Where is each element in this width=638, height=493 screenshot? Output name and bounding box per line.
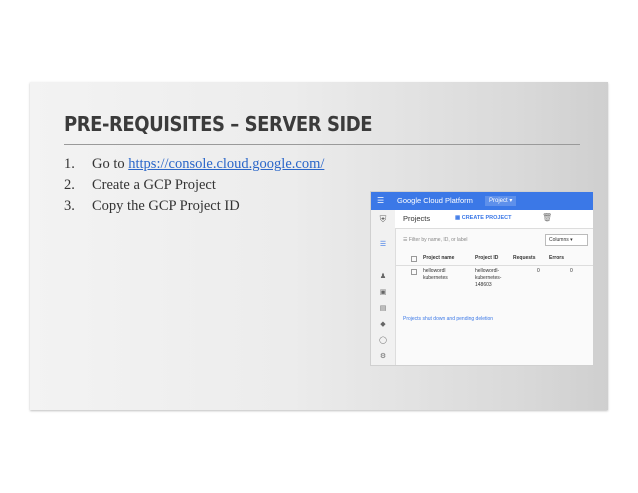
project-id-line: kubernetes- bbox=[475, 275, 502, 281]
shield-icon: ⛨ bbox=[379, 214, 387, 224]
console-brand: Google Cloud Platform bbox=[397, 196, 473, 205]
shield-check-icon[interactable]: ◯ bbox=[371, 336, 395, 344]
pending-deletion-link[interactable]: Projects shut down and pending deletion bbox=[403, 316, 493, 322]
column-header[interactable]: Project ID bbox=[475, 255, 498, 261]
step-text: Go to bbox=[92, 156, 129, 172]
step-number: 1. bbox=[64, 156, 75, 172]
project-selector[interactable]: Project ▾ bbox=[485, 196, 517, 206]
column-header[interactable]: Errors bbox=[549, 255, 564, 261]
console-url-link[interactable]: https://console.cloud.google.com/ bbox=[128, 156, 324, 172]
select-all-checkbox[interactable] bbox=[411, 256, 417, 262]
filter-placeholder: Filter by name, ID, or label bbox=[408, 237, 468, 243]
step-item: 3. Copy the GCP Project ID bbox=[64, 196, 324, 217]
monitor-icon[interactable]: ▣ bbox=[371, 288, 395, 296]
console-page-header: Projects ▦ CREATE PROJECT 🗑 bbox=[395, 210, 593, 229]
gear-icon[interactable]: ⚙ bbox=[371, 352, 395, 360]
list-icon[interactable]: ☰ bbox=[371, 240, 395, 248]
requests-value: 0 bbox=[537, 268, 540, 274]
column-header[interactable]: Requests bbox=[513, 255, 536, 261]
slide: PRE-REQUISITES – SERVER SIDE 1. Go to htt… bbox=[30, 82, 608, 410]
console-top-bar: ☰ Google Cloud Platform Project ▾ bbox=[371, 192, 593, 210]
column-header[interactable]: Project name bbox=[423, 255, 454, 261]
steps-list: 1. Go to https://console.cloud.google.com… bbox=[64, 154, 324, 217]
step-item: 2. Create a GCP Project bbox=[64, 175, 324, 196]
step-text: Copy the GCP Project ID bbox=[92, 198, 240, 214]
row-checkbox[interactable] bbox=[411, 269, 417, 275]
console-sidebar: ⛨ ☰ ♟ ▣ ▤ ◆ ◯ ⚙ bbox=[371, 210, 396, 365]
trash-icon[interactable]: 🗑 bbox=[542, 213, 552, 222]
title-divider bbox=[64, 144, 580, 145]
gcp-console-screenshot: ☰ Google Cloud Platform Project ▾ ⛨ ☰ ♟ … bbox=[370, 191, 594, 366]
slide-title: PRE-REQUISITES – SERVER SIDE bbox=[64, 112, 373, 136]
hamburger-menu-icon[interactable]: ☰ bbox=[377, 192, 384, 210]
document-icon[interactable]: ▤ bbox=[371, 304, 395, 312]
project-id-line: hellowordl- bbox=[475, 268, 500, 274]
tag-icon[interactable]: ◆ bbox=[371, 320, 395, 328]
step-number: 2. bbox=[64, 177, 75, 193]
page-title: Projects bbox=[403, 214, 431, 223]
projects-table: Project name Project ID Requests Errors … bbox=[395, 254, 593, 294]
project-id-line: 148603 bbox=[475, 282, 492, 288]
project-name-line: hellowordl bbox=[423, 268, 446, 274]
project-name-line: kubernetes bbox=[423, 275, 448, 281]
person-add-icon[interactable]: ♟ bbox=[371, 272, 395, 280]
filter-row: ☰ Filter by name, ID, or label Columns ▾ bbox=[395, 230, 593, 250]
step-item: 1. Go to https://console.cloud.google.com… bbox=[64, 154, 324, 175]
create-project-button[interactable]: ▦ CREATE PROJECT bbox=[455, 215, 511, 221]
step-text: Create a GCP Project bbox=[92, 177, 216, 193]
table-header: Project name Project ID Requests Errors bbox=[395, 254, 593, 266]
columns-dropdown[interactable]: Columns ▾ bbox=[545, 234, 588, 246]
errors-value: 0 bbox=[570, 268, 573, 274]
table-row[interactable]: hellowordl kubernetes hellowordl- kubern… bbox=[395, 266, 593, 294]
step-number: 3. bbox=[64, 198, 75, 214]
filter-input[interactable]: ☰ Filter by name, ID, or label bbox=[403, 237, 468, 243]
create-project-label: CREATE PROJECT bbox=[461, 215, 512, 221]
